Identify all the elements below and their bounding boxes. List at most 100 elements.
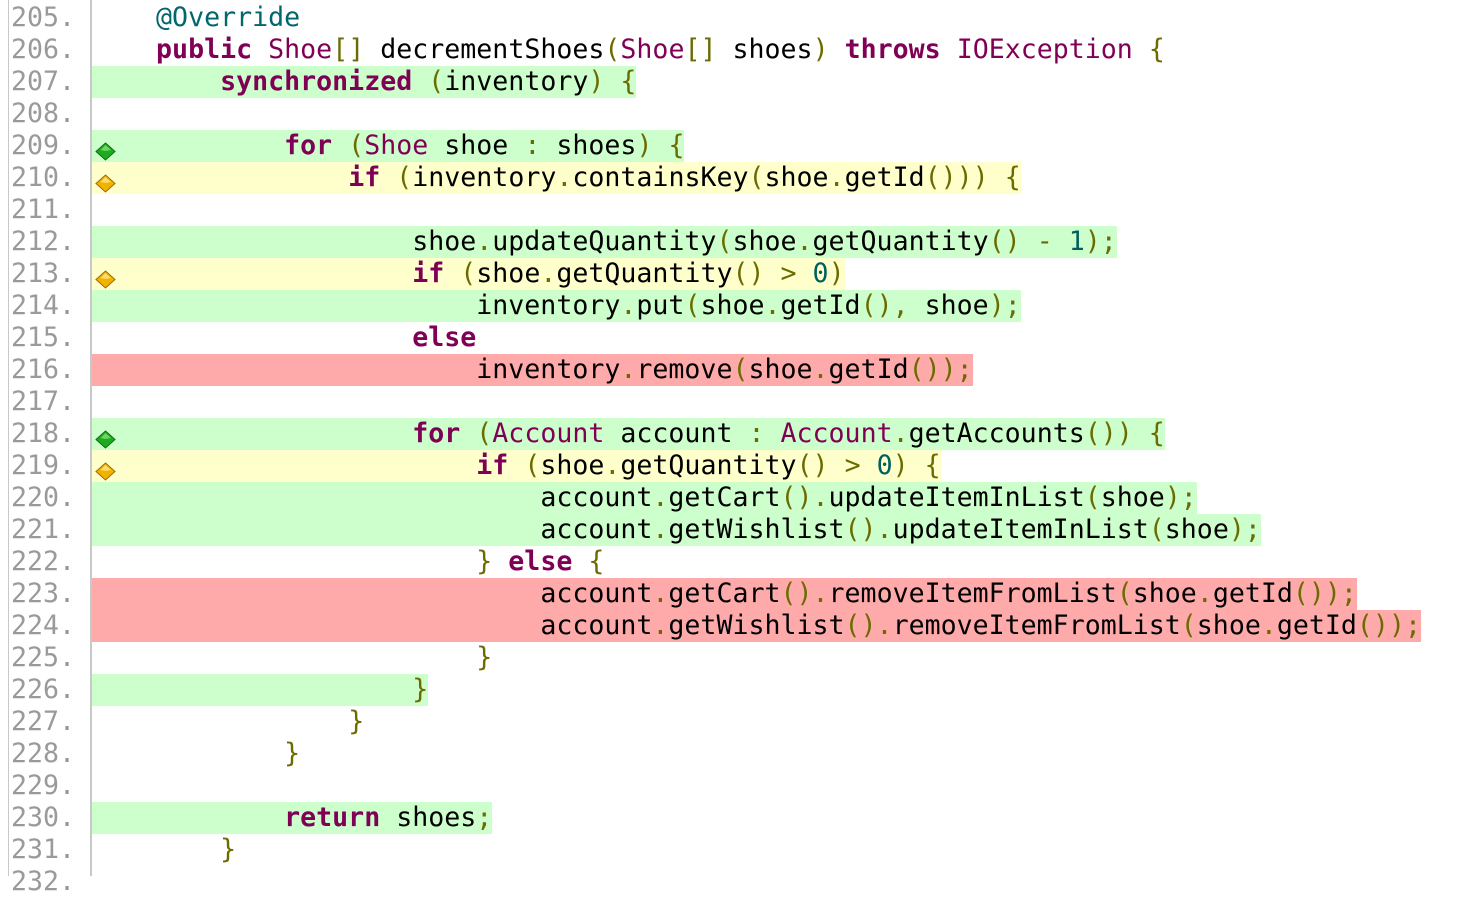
code-token: . xyxy=(540,258,557,289)
code-line: 226. } xyxy=(0,674,1458,706)
code-text: if (shoe.getQuantity() > 0) xyxy=(92,258,845,290)
code-token: getWishlist xyxy=(668,514,845,545)
code-token: > xyxy=(780,258,797,289)
code-token: inventory xyxy=(476,354,621,385)
code-line: 222. } else { xyxy=(0,546,1458,578)
code-token: shoe xyxy=(1100,482,1165,513)
code-token: ( xyxy=(604,34,621,65)
code-token: shoes xyxy=(540,130,637,161)
code-line: 211. xyxy=(0,194,1458,226)
line-number: 220. xyxy=(11,482,76,513)
code-text: synchronized (inventory) { xyxy=(92,66,637,98)
code-token: ( xyxy=(1148,514,1165,545)
code-token: : xyxy=(748,418,765,449)
code-token: shoe xyxy=(476,258,541,289)
code-token: ( xyxy=(476,418,493,449)
line-number: 221. xyxy=(11,514,76,545)
line-number: 230. xyxy=(11,802,76,833)
green-diamond-icon[interactable] xyxy=(95,425,116,449)
line-number: 229. xyxy=(11,770,76,801)
code-token: @Override xyxy=(156,2,301,33)
code-token: . xyxy=(892,418,909,449)
code-text: } xyxy=(92,834,236,866)
code-line: 208. xyxy=(0,98,1458,130)
code-token: removeItemFromList xyxy=(828,578,1117,609)
code-token: ()); xyxy=(1356,610,1421,641)
code-token: { xyxy=(1148,418,1165,449)
code-token: shoe xyxy=(732,226,797,257)
code-token: getQuantity xyxy=(620,450,797,481)
code-token: updateItemInList xyxy=(828,482,1085,513)
code-token: - xyxy=(1036,226,1053,257)
code-line: 214. inventory.put(shoe.getId(), shoe); xyxy=(0,290,1458,322)
code-text: if (inventory.containsKey(shoe.getId()))… xyxy=(92,162,1021,194)
code-token: return xyxy=(284,802,381,833)
line-number: 226. xyxy=(11,674,76,705)
code-token: synchronized xyxy=(220,66,413,97)
green-diamond-icon[interactable] xyxy=(95,137,116,161)
code-text: inventory.remove(shoe.getId()); xyxy=(92,354,973,386)
line-number: 210. xyxy=(11,162,76,193)
code-line: 224. account.getWishlist().removeItemFro… xyxy=(0,610,1458,642)
code-token: ())) xyxy=(924,162,989,193)
yellow-diamond-icon[interactable] xyxy=(95,169,116,193)
code-token: ); xyxy=(988,290,1021,321)
code-token: . xyxy=(812,354,829,385)
code-token: containsKey xyxy=(572,162,749,193)
yellow-diamond-icon[interactable] xyxy=(95,265,116,289)
code-token: 1 xyxy=(1068,226,1085,257)
code-token: public xyxy=(156,34,253,65)
code-token: . xyxy=(652,610,669,641)
code-token: . xyxy=(556,162,573,193)
line-number: 225. xyxy=(11,642,76,673)
code-token: getId xyxy=(1212,578,1293,609)
code-token: { xyxy=(620,66,637,97)
line-number: 208. xyxy=(11,98,76,129)
code-token: Shoe xyxy=(268,34,333,65)
code-text: for (Shoe shoe : shoes) { xyxy=(92,130,685,162)
code-text: shoe.updateQuantity(shoe.getQuantity() -… xyxy=(92,226,1117,258)
code-token: removeItemFromList xyxy=(892,610,1181,641)
line-number: 212. xyxy=(11,226,76,257)
code-line: 215. else xyxy=(0,322,1458,354)
code-token: ( xyxy=(396,162,413,193)
line-number: 215. xyxy=(11,322,76,353)
code-text: if (shoe.getQuantity() > 0) { xyxy=(92,450,941,482)
code-token: ( xyxy=(1084,482,1101,513)
code-token: } xyxy=(220,834,237,865)
code-token: ()); xyxy=(1292,578,1357,609)
yellow-diamond-icon[interactable] xyxy=(95,457,116,481)
code-token: (), xyxy=(860,290,909,321)
code-token: shoe xyxy=(908,290,989,321)
code-text: account.getWishlist().removeItemFromList… xyxy=(92,610,1421,642)
code-line: 209. for (Shoe shoe : shoes) { xyxy=(0,130,1458,162)
code-token: ; xyxy=(476,802,493,833)
code-token: account xyxy=(540,610,653,641)
line-number: 224. xyxy=(11,610,76,641)
code-token: getId xyxy=(844,162,925,193)
line-number: 216. xyxy=(11,354,76,385)
code-token: . xyxy=(652,578,669,609)
code-line: 221. account.getWishlist().updateItemInL… xyxy=(0,514,1458,546)
code-token: getId xyxy=(780,290,861,321)
code-token: getQuantity xyxy=(556,258,733,289)
line-number: 228. xyxy=(11,738,76,769)
code-token: 0 xyxy=(812,258,829,289)
code-token: . xyxy=(476,226,493,257)
